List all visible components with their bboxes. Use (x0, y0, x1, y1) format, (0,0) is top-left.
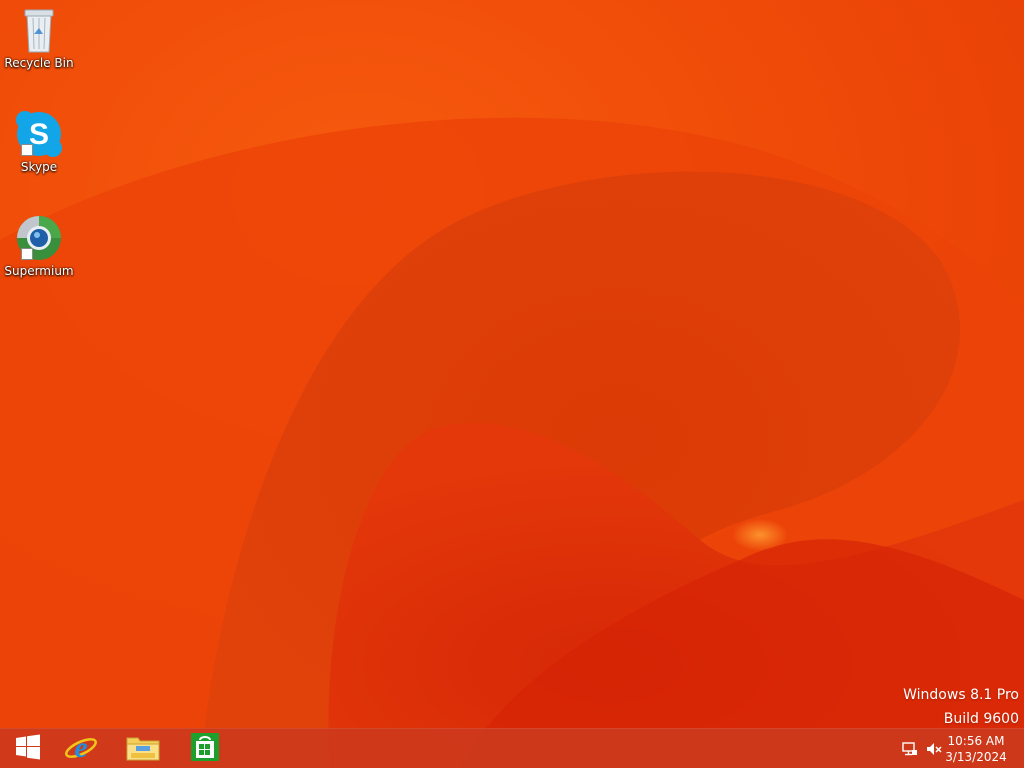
desktop-icon-label: Recycle Bin (4, 56, 74, 70)
start-button[interactable] (0, 729, 56, 768)
desktop-icon-recycle-bin[interactable]: Recycle Bin (1, 6, 77, 70)
windows-watermark: Windows 8.1 Pro Build 9600 (903, 683, 1019, 731)
taskbar-store[interactable] (177, 729, 233, 768)
file-explorer-icon (126, 732, 160, 766)
supermium-icon (15, 214, 63, 262)
taskbar-file-explorer[interactable] (115, 729, 171, 768)
edition-text: Windows 8.1 Pro (903, 687, 1019, 703)
network-icon[interactable] (902, 741, 918, 757)
clock-time: 10:56 AM (947, 734, 1005, 748)
recycle-bin-icon (15, 6, 63, 54)
shortcut-arrow-icon (21, 248, 33, 260)
system-tray: 10:56 AM 3/13/2024 (884, 729, 1024, 768)
desktop-icon-label: Skype (20, 160, 58, 174)
skype-icon: S (15, 110, 63, 158)
clock-date: 3/13/2024 (945, 750, 1007, 764)
taskbar: e 10:56 AM 3/13/2024 (0, 728, 1024, 768)
desktop-icon-label: Supermium (4, 264, 74, 278)
desktop-icon-skype[interactable]: S Skype (1, 110, 77, 174)
internet-explorer-icon: e (64, 730, 98, 768)
wallpaper (0, 0, 1024, 768)
clock[interactable]: 10:56 AM 3/13/2024 (936, 733, 1016, 765)
desktop-icon-supermium[interactable]: Supermium (1, 214, 77, 278)
store-icon (190, 732, 220, 766)
windows-logo-icon (15, 734, 41, 764)
svg-text:e: e (74, 731, 87, 764)
desktop[interactable]: Recycle Bin S Skype Supermium Windows 8.… (0, 0, 1024, 768)
shortcut-arrow-icon (21, 144, 33, 156)
taskbar-internet-explorer[interactable]: e (53, 729, 109, 768)
